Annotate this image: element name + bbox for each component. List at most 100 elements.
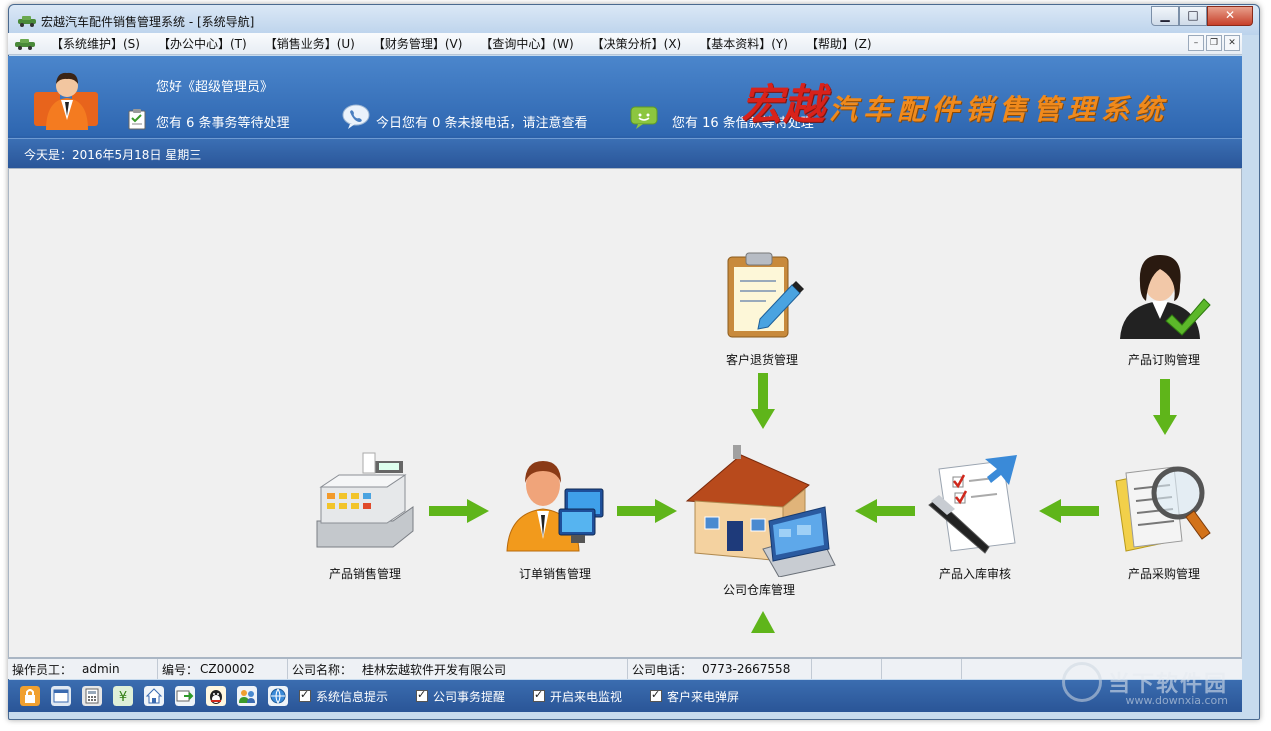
mdi-controls: – ❐ ✕ (1188, 35, 1240, 51)
nav-stock-in-audit-label: 产品入库审核 (938, 567, 1011, 581)
menu-office-center[interactable]: 【办公中心】(T) (149, 35, 256, 52)
arrow-down-order-to-purchase (1153, 379, 1177, 435)
arrow-right-order-to-warehouse (617, 499, 677, 523)
status-phone: 公司电话： 0773-2667558 (628, 659, 812, 679)
status-operator-label: 操作员工： (12, 662, 73, 677)
arrow-down-return-to-warehouse (751, 373, 775, 429)
qq-penguin-icon[interactable] (206, 686, 226, 706)
menu-help[interactable]: 【帮助】(Z) (797, 35, 881, 52)
menu-query-center[interactable]: 【查询中心】(W) (471, 35, 582, 52)
company-affairs-checkbox-box[interactable] (416, 688, 429, 702)
arrow-left-audit-to-warehouse (855, 499, 915, 523)
nav-product-purchase[interactable]: 产品采购管理 (1109, 459, 1219, 581)
arrow-up-warehouse (751, 611, 775, 633)
admin-avatar-icon (34, 72, 98, 130)
checklist-pen-icon (928, 455, 1017, 554)
menu-bar: 【系统维护】(S) 【办公中心】(T) 【销售业务】(U) 【财务管理】(V) … (8, 33, 1242, 55)
svg-text:¥: ¥ (119, 690, 127, 705)
caller-popup-checkbox[interactable]: 客户来电弹屏 (650, 688, 739, 705)
system-info-checkbox-label: 系统信息提示 (316, 689, 389, 704)
menu-finance[interactable]: 【财务管理】(V) (364, 35, 472, 52)
title-bar[interactable]: 宏越汽车配件销售管理系统 - [系统导航] ▁ □ ✕ (9, 5, 1259, 35)
company-affairs-checkbox[interactable]: 公司事务提醒 (416, 688, 505, 705)
woman-check-icon (1120, 255, 1211, 339)
menu-system-maintenance[interactable]: 【系统维护】(S) (42, 35, 149, 52)
menu-basic-data[interactable]: 【基本资料】(Y) (690, 35, 797, 52)
watermark-logo-icon (1061, 662, 1102, 702)
bottom-toolbar: ¥ 系统信息提示 公司事务提醒 开启来电监视 客户来电弹屏 当下软件园 www.… (8, 662, 1242, 712)
nav-product-purchase-label: 产品采购管理 (1127, 567, 1200, 581)
clipboard-pen-icon (727, 252, 804, 338)
status-phone-value: 0773-2667558 (702, 662, 791, 676)
mdi-minimize-button[interactable]: – (1188, 35, 1204, 51)
nav-product-sales[interactable]: 产品销售管理 (309, 451, 421, 581)
company-affairs-checkbox-label: 公司事务提醒 (433, 689, 506, 704)
status-empty-1 (812, 659, 882, 679)
minimize-button[interactable]: ▁ (1151, 6, 1179, 26)
status-empty-2 (882, 659, 962, 679)
arrow-left-purchase-to-audit (1039, 499, 1099, 523)
watermark: 当下软件园 www.downxia.com (1061, 662, 1228, 707)
task-clipboard-icon (128, 109, 146, 130)
nav-customer-return-label: 客户退货管理 (725, 353, 798, 367)
status-id-label: 编号： (162, 662, 199, 677)
nav-product-order-label: 产品订购管理 (1127, 353, 1200, 367)
brand-logo: 宏越 汽车配件销售管理系统 (741, 72, 1169, 132)
status-id-value: CZ00002 (200, 662, 255, 676)
nav-customer-return[interactable]: 客户退货管理 (717, 249, 807, 369)
status-company-label: 公司名称： (292, 662, 353, 677)
caller-popup-checkbox-box[interactable] (650, 688, 663, 702)
calculator-icon[interactable] (82, 686, 102, 706)
brand-logo-rest: 汽车配件销售管理系统 (829, 93, 1170, 126)
call-monitor-checkbox-label: 开启来电监视 (550, 689, 623, 704)
magnifier-documents-icon (1115, 466, 1211, 552)
today-date: 今天是：2016年5月18日 星期三 (24, 148, 202, 162)
mdi-close-button[interactable]: ✕ (1224, 35, 1240, 51)
nav-order-sales-label: 订单销售管理 (518, 567, 591, 581)
system-info-checkbox[interactable]: 系统信息提示 (299, 688, 388, 705)
export-icon[interactable] (175, 686, 195, 706)
caller-popup-checkbox-label: 客户来电弹屏 (667, 689, 740, 704)
pending-tasks-text[interactable]: 您有 6 条事务等待处理 (156, 112, 290, 131)
close-button[interactable]: ✕ (1207, 6, 1253, 26)
lock-icon[interactable] (20, 686, 40, 706)
mdi-restore-button[interactable]: ❐ (1206, 35, 1222, 51)
user-computer-icon (506, 461, 604, 552)
menu-decision-analysis[interactable]: 【决策分析】(X) (583, 35, 691, 52)
window-icon[interactable] (51, 686, 71, 706)
missed-calls-text[interactable]: 今日您有 0 条未接电话，请注意查看 (376, 112, 588, 131)
status-id: 编号： CZ00002 (158, 659, 288, 679)
window-controls: ▁ □ ✕ (1151, 6, 1253, 26)
message-bubble-icon (630, 106, 658, 129)
arrow-right-sales-to-order (429, 499, 489, 523)
cash-register-icon (316, 452, 414, 548)
status-phone-label: 公司电话： (632, 662, 693, 677)
call-monitor-checkbox[interactable]: 开启来电监视 (533, 688, 622, 705)
navigation-workspace: 客户退货管理 产品订购管理 产品销售管理 订单销售管理 公司仓库管理 产品入库审… (8, 168, 1242, 658)
maximize-button[interactable]: □ (1179, 6, 1207, 26)
nav-product-sales-label: 产品销售管理 (328, 567, 401, 581)
call-monitor-checkbox-box[interactable] (533, 688, 546, 702)
status-operator-value: admin (82, 662, 120, 676)
brand-logo-main: 宏越 (741, 80, 826, 129)
users-icon[interactable] (237, 686, 257, 706)
greeting-text: 您好《超级管理员》 (156, 80, 274, 95)
header-banner: 您好《超级管理员》 您有 6 条事务等待处理 今日您有 0 条未接电话，请注意查… (8, 56, 1242, 168)
globe-help-icon[interactable] (268, 686, 288, 706)
nav-stock-in-audit[interactable]: 产品入库审核 (921, 455, 1029, 581)
menu-car-icon (15, 38, 35, 50)
system-info-checkbox-box[interactable] (299, 688, 311, 702)
window-title: 宏越汽车配件销售管理系统 - [系统导航] (41, 15, 255, 29)
menu-sales-business[interactable]: 【销售业务】(U) (256, 35, 364, 52)
app-car-icon (18, 16, 36, 27)
watermark-url: www.downxia.com (1125, 694, 1228, 707)
house-warehouse-icon (685, 445, 836, 577)
home-icon[interactable] (144, 686, 164, 706)
nav-warehouse-label: 公司仓库管理 (722, 583, 795, 597)
yuan-icon[interactable]: ¥ (113, 686, 133, 706)
nav-warehouse[interactable]: 公司仓库管理 (679, 441, 839, 597)
nav-product-order[interactable]: 产品订购管理 (1109, 249, 1219, 369)
status-company-value: 桂林宏越软件开发有限公司 (362, 662, 507, 677)
status-company: 公司名称： 桂林宏越软件开发有限公司 (288, 659, 628, 679)
nav-order-sales[interactable]: 订单销售管理 (499, 455, 611, 581)
